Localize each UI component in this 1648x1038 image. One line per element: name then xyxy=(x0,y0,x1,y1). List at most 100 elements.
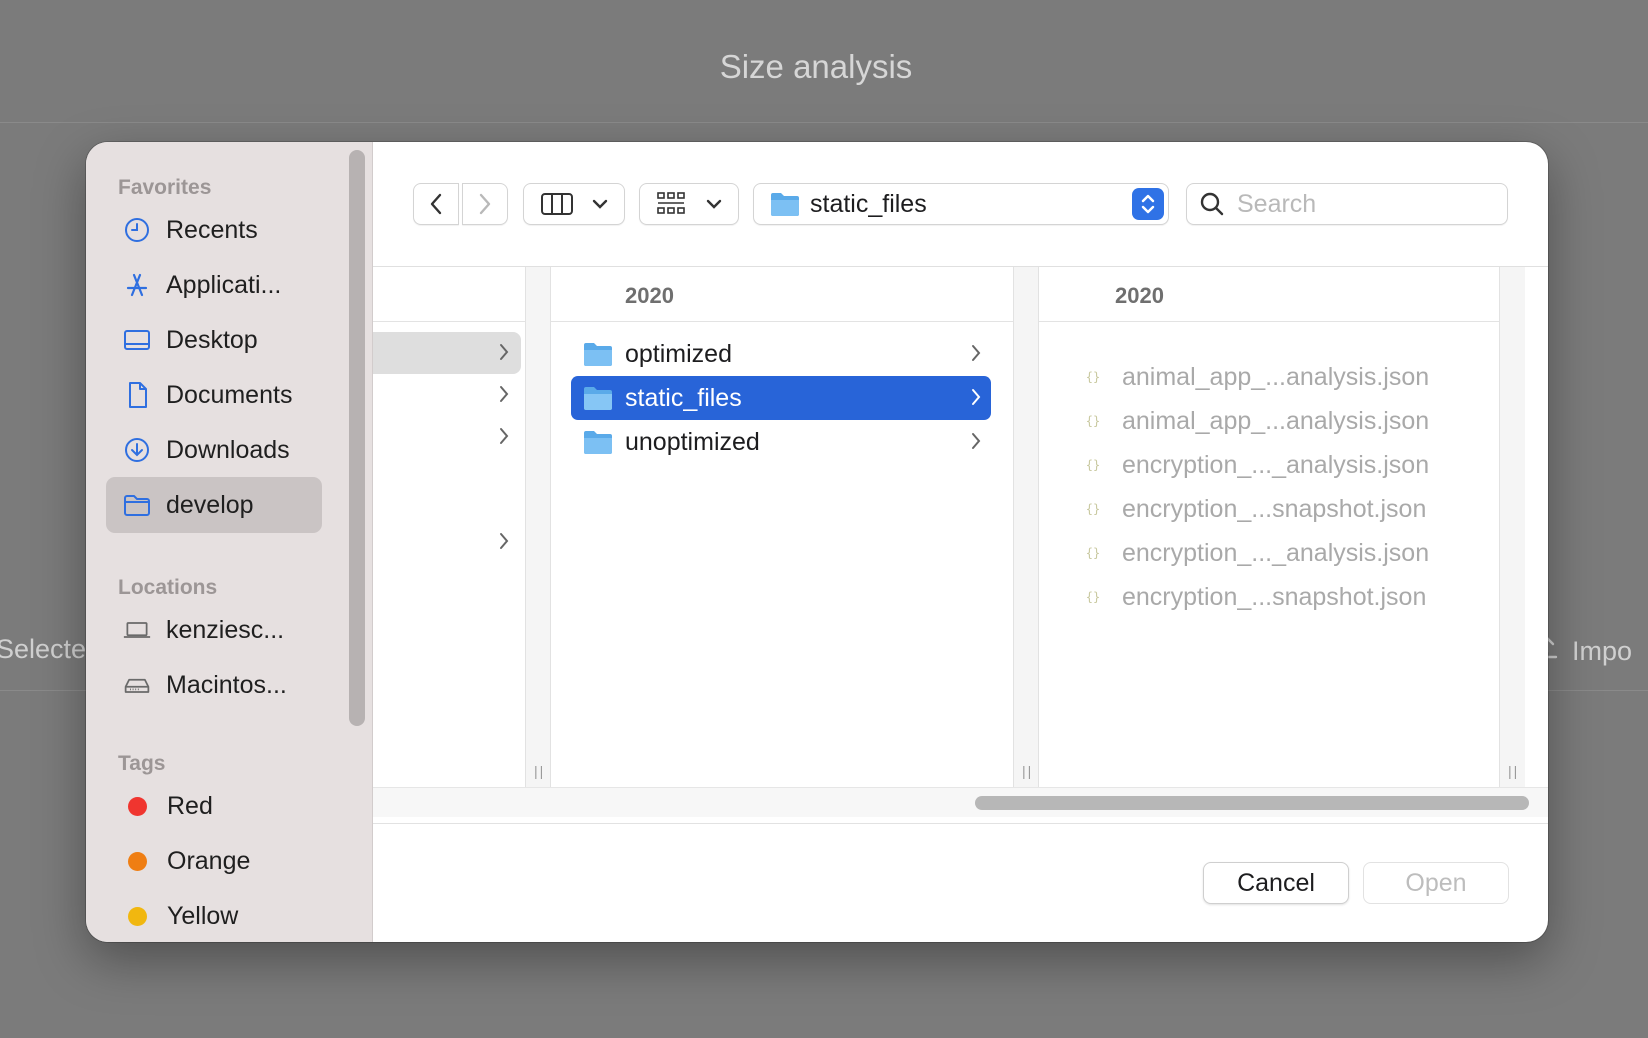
file-row[interactable]: {} encryption_..._analysis.json xyxy=(1082,443,1429,487)
applications-icon xyxy=(122,270,152,300)
sidebar-section-locations: Locations xyxy=(118,576,218,599)
scrollbar-thumb[interactable] xyxy=(975,796,1529,810)
columns-view-icon xyxy=(541,193,573,215)
chevron-down-icon xyxy=(592,199,608,209)
sidebar-item-label: Recents xyxy=(166,215,258,244)
download-icon xyxy=(122,435,152,465)
sidebar-item-desktop[interactable]: Desktop xyxy=(106,312,322,368)
list-item[interactable] xyxy=(373,374,521,416)
sidebar-tag-yellow[interactable]: Yellow xyxy=(106,888,322,942)
view-mode-button[interactable] xyxy=(523,183,625,225)
json-file-icon: {} xyxy=(1085,502,1101,516)
popup-stepper-icon xyxy=(1132,188,1164,220)
sidebar-tag-red[interactable]: Red xyxy=(106,778,322,834)
import-label: Impo xyxy=(1572,636,1633,666)
column-resize-handle[interactable]: || xyxy=(525,267,551,787)
sidebar-item-label: develop xyxy=(166,490,254,519)
file-row[interactable]: {} animal_app_...analysis.json xyxy=(1082,355,1429,399)
json-file-icon: {} xyxy=(1085,458,1101,472)
list-item[interactable] xyxy=(373,521,521,563)
search-input[interactable] xyxy=(1237,189,1487,219)
tag-color-dot xyxy=(128,906,147,926)
sidebar-item-documents[interactable]: Documents xyxy=(106,367,322,423)
import-button[interactable]: Impo xyxy=(1536,636,1632,667)
column-parent xyxy=(373,267,525,787)
json-file-icon: {} xyxy=(1085,546,1101,560)
sidebar: Favorites Recents Applicati... Desktop D… xyxy=(86,142,372,942)
folder-icon xyxy=(122,490,152,520)
folder-icon xyxy=(584,343,612,366)
column-header xyxy=(373,267,525,322)
file-row[interactable]: {} encryption_...snapshot.json xyxy=(1082,487,1427,531)
laptop-icon xyxy=(122,615,152,645)
location-popup[interactable]: static_files xyxy=(753,183,1169,225)
footer-divider xyxy=(373,823,1548,824)
sidebar-item-label: Applicati... xyxy=(166,270,282,299)
clock-icon xyxy=(122,215,152,245)
chevron-right-icon xyxy=(972,433,981,449)
sidebar-section-favorites: Favorites xyxy=(118,176,212,199)
folder-name: optimized xyxy=(625,339,732,368)
sidebar-item-develop[interactable]: develop xyxy=(106,477,322,533)
sidebar-item-recents[interactable]: Recents xyxy=(106,202,322,258)
folder-icon xyxy=(584,431,612,454)
resize-grip-icon: || xyxy=(534,763,546,779)
file-name: encryption_...snapshot.json xyxy=(1122,494,1427,523)
grid-icon xyxy=(657,192,685,214)
sidebar-item-label: Red xyxy=(167,791,213,820)
sidebar-scrollbar[interactable] xyxy=(349,150,365,726)
horizontal-scrollbar[interactable] xyxy=(373,787,1548,817)
group-by-button[interactable] xyxy=(639,183,739,225)
chevron-down-icon xyxy=(706,199,722,209)
sidebar-section-tags: Tags xyxy=(118,752,166,775)
forward-button[interactable] xyxy=(462,183,508,225)
file-row[interactable]: {} animal_app_...analysis.json xyxy=(1082,399,1429,443)
sidebar-item-label: Orange xyxy=(167,846,251,875)
sidebar-item-label: Documents xyxy=(166,380,293,409)
file-row[interactable]: {} encryption_..._analysis.json xyxy=(1082,531,1429,575)
sidebar-item-label: Macintos... xyxy=(166,670,287,699)
search-field[interactable] xyxy=(1186,183,1508,225)
column-resize-handle[interactable]: || xyxy=(1499,267,1525,787)
open-button[interactable]: Open xyxy=(1363,862,1509,904)
file-name: encryption_..._analysis.json xyxy=(1122,450,1430,479)
app-title: Size analysis xyxy=(719,48,913,85)
sidebar-item-downloads[interactable]: Downloads xyxy=(106,422,322,478)
tag-color-dot xyxy=(128,851,147,871)
file-name: animal_app_...analysis.json xyxy=(1122,406,1430,435)
search-icon xyxy=(1200,192,1224,216)
chevron-right-icon xyxy=(972,389,981,405)
sidebar-item-label: Desktop xyxy=(166,325,258,354)
json-file-icon: {} xyxy=(1085,370,1101,384)
column-header: 2020 xyxy=(551,267,1013,322)
cancel-button[interactable]: Cancel xyxy=(1203,862,1349,904)
folder-row-optimized[interactable]: optimized xyxy=(571,332,991,376)
sidebar-item-macintosh-hd[interactable]: Macintos... xyxy=(106,657,322,713)
chevron-right-icon xyxy=(500,533,509,549)
chevron-left-icon xyxy=(430,193,442,215)
open-file-dialog: Favorites Recents Applicati... Desktop D… xyxy=(86,142,1548,942)
disk-icon xyxy=(122,670,152,700)
header-divider xyxy=(0,122,1648,123)
chevron-right-icon xyxy=(972,345,981,361)
file-name: encryption_..._analysis.json xyxy=(1122,538,1430,567)
list-item[interactable] xyxy=(373,416,521,458)
resize-grip-icon: || xyxy=(1022,763,1034,779)
desktop-icon xyxy=(122,325,152,355)
folder-name: static_files xyxy=(625,383,742,412)
chevron-right-icon xyxy=(500,344,509,360)
back-button[interactable] xyxy=(413,183,459,225)
folder-row-static-files[interactable]: static_files xyxy=(571,376,991,420)
sidebar-tag-orange[interactable]: Orange xyxy=(106,833,322,889)
sidebar-item-computer[interactable]: kenziesc... xyxy=(106,602,322,658)
chevron-right-icon xyxy=(479,193,491,215)
column-resize-handle[interactable]: || xyxy=(1013,267,1039,787)
folder-name: unoptimized xyxy=(625,427,760,456)
list-item[interactable] xyxy=(373,332,521,374)
folder-row-unoptimized[interactable]: unoptimized xyxy=(571,420,991,464)
sidebar-item-label: kenziesc... xyxy=(166,615,285,644)
sidebar-item-applications[interactable]: Applicati... xyxy=(106,257,322,313)
file-row[interactable]: {} encryption_...snapshot.json xyxy=(1082,575,1427,619)
tag-color-dot xyxy=(128,796,147,816)
file-name: animal_app_...analysis.json xyxy=(1122,362,1430,391)
